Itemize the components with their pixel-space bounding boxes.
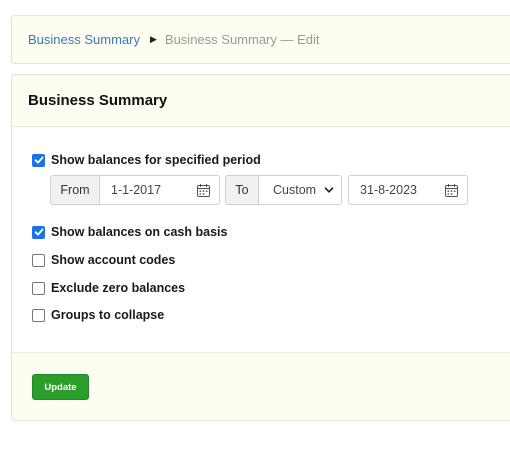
cash-basis-checkbox[interactable] (32, 225, 45, 239)
breadcrumb-link-business-summary[interactable]: Business Summary (28, 32, 140, 47)
chevron-down-icon (324, 187, 334, 193)
to-mode-value: Custom (273, 183, 317, 197)
update-button[interactable]: Update (32, 374, 89, 400)
cash-basis-label: Show balances on cash basis (51, 225, 228, 239)
specified-period-checkbox[interactable] (32, 153, 45, 167)
check-icon (34, 228, 43, 236)
option-account-codes[interactable]: Show account codes (32, 253, 175, 267)
to-mode-select[interactable]: Custom (259, 175, 342, 205)
calendar-icon[interactable] (196, 183, 211, 198)
option-cash-basis[interactable]: Show balances on cash basis (32, 225, 227, 239)
to-date-input[interactable]: 31-8-2023 (348, 175, 468, 205)
to-date-value: 31-8-2023 (360, 183, 417, 197)
to-addon: To (225, 175, 259, 205)
account-codes-label: Show account codes (51, 253, 176, 267)
groups-to-collapse-checkbox[interactable] (32, 308, 45, 322)
panel-footer: Update (12, 352, 510, 420)
account-codes-checkbox[interactable] (32, 253, 45, 267)
option-groups-to-collapse[interactable]: Groups to collapse (32, 308, 164, 322)
panel-title: Business Summary (28, 92, 168, 109)
from-date-value: 1-1-2017 (111, 183, 162, 197)
date-range-row: From 1-1-2017 To Custom 31-8-2023 (50, 175, 468, 205)
option-exclude-zero-balances[interactable]: Exclude zero balances (32, 281, 185, 295)
report-settings-panel: Business Summary Show balances for speci… (11, 74, 510, 421)
groups-to-collapse-label: Groups to collapse (51, 308, 165, 322)
panel-header: Business Summary (12, 75, 510, 127)
specified-period-label: Show balances for specified period (51, 153, 261, 167)
from-date-input[interactable]: 1-1-2017 (100, 175, 220, 205)
calendar-icon[interactable] (444, 183, 459, 198)
breadcrumb: Business Summary ▶ Business Summary — Ed… (11, 15, 510, 64)
breadcrumb-current: Business Summary — Edit (164, 32, 320, 47)
from-addon: From (50, 175, 100, 205)
exclude-zero-balances-checkbox[interactable] (32, 281, 45, 295)
triangle-right-icon: ▶ (149, 34, 157, 44)
option-specified-period[interactable]: Show balances for specified period (32, 153, 261, 167)
check-icon (34, 156, 43, 164)
exclude-zero-balances-label: Exclude zero balances (51, 281, 186, 295)
